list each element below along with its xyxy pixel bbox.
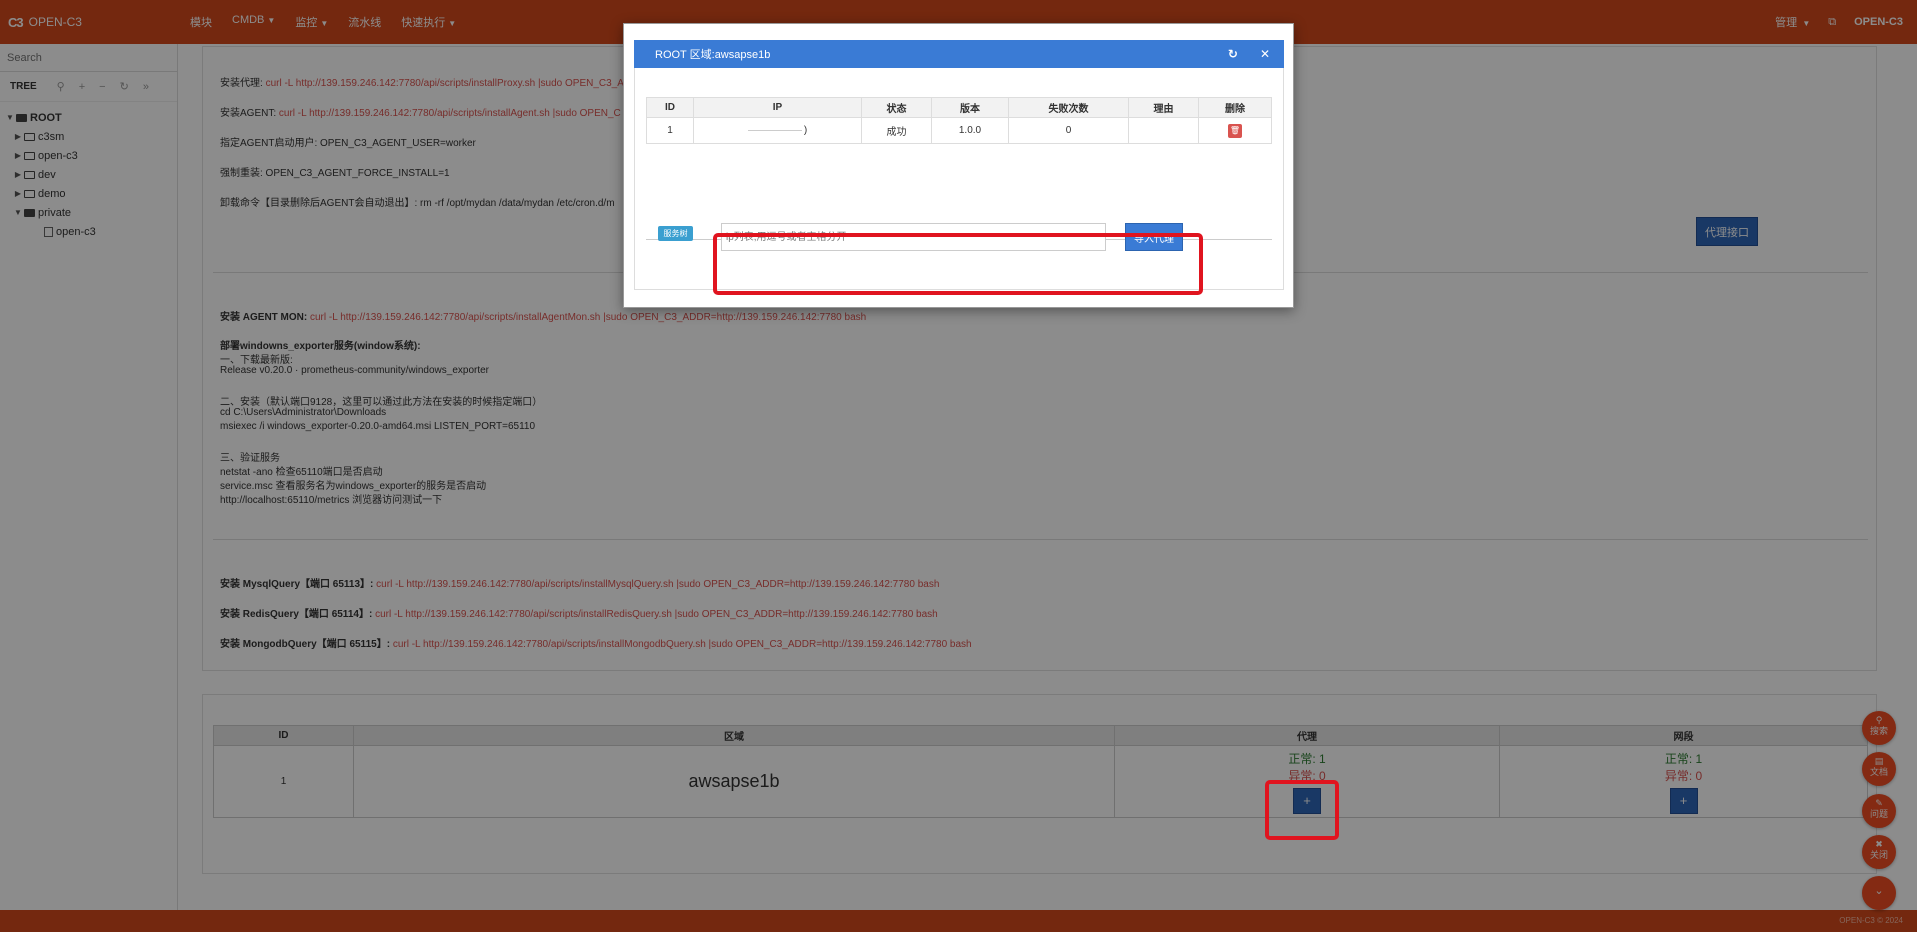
col-header-version[interactable]: 版本 — [931, 97, 1009, 118]
proxy-status: 成功 — [861, 117, 932, 144]
col-header-delete[interactable]: 删除 — [1198, 97, 1272, 118]
proxy-version: 1.0.0 — [931, 117, 1009, 144]
highlight-box-add-proxy — [1265, 780, 1339, 840]
modal-header: ROOT 区域:awsapse1b ↻ ✕ — [634, 40, 1284, 68]
col-header-fail-count[interactable]: 失败次数 — [1008, 97, 1129, 118]
trash-icon[interactable]: 🗑 — [1228, 123, 1242, 138]
col-header-ip[interactable]: IP — [693, 97, 862, 118]
table-row: 1 ) 成功 1.0.0 0 🗑 — [646, 117, 1272, 144]
delete-cell: 🗑 — [1198, 117, 1272, 144]
proxy-ip: ) — [693, 117, 862, 144]
proxy-id: 1 — [646, 117, 694, 144]
proxy-table: ID IP 状态 版本 失败次数 理由 删除 1 ) 成功 1.0.0 0 🗑 — [646, 97, 1272, 144]
col-header-reason[interactable]: 理由 — [1128, 97, 1199, 118]
service-tree-tag: 服务树 — [658, 226, 693, 241]
col-header-id[interactable]: ID — [646, 97, 694, 118]
highlight-box-import — [713, 233, 1203, 295]
proxy-reason — [1128, 117, 1199, 144]
refresh-icon[interactable]: ↻ — [1228, 47, 1238, 61]
col-header-status[interactable]: 状态 — [861, 97, 932, 118]
close-icon[interactable]: ✕ — [1260, 47, 1270, 61]
proxy-fail-count: 0 — [1008, 117, 1129, 144]
modal-title: ROOT 区域:awsapse1b — [655, 49, 771, 61]
